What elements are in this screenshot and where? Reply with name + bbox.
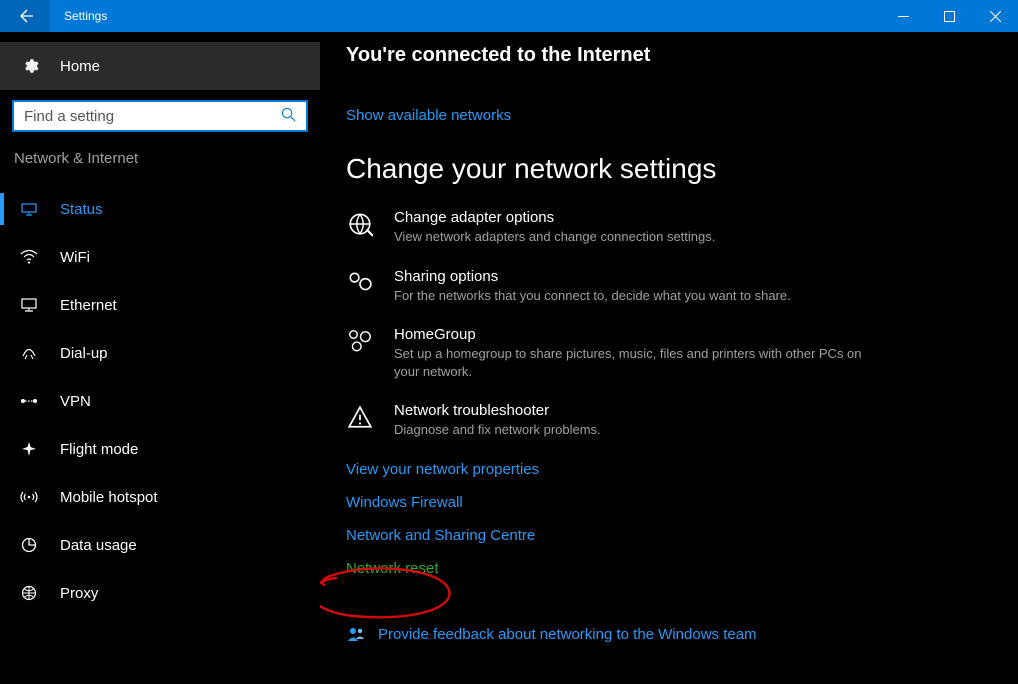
sidebar-item-datausage[interactable]: Data usage: [0, 521, 320, 569]
sidebar-item-status[interactable]: Status: [0, 185, 320, 233]
sidebar-item-label: WiFi: [60, 249, 90, 266]
option-sharing[interactable]: Sharing options For the networks that yo…: [346, 268, 866, 305]
sidebar-item-label: Mobile hotspot: [60, 489, 158, 506]
change-settings-heading: Change your network settings: [346, 153, 998, 185]
homegroup-icon: [346, 328, 374, 356]
sidebar-item-vpn[interactable]: VPN: [0, 377, 320, 425]
sidebar-item-label: Data usage: [60, 537, 137, 554]
gear-icon: [18, 57, 42, 75]
dialup-icon: [18, 346, 40, 360]
adapter-icon: [346, 211, 374, 239]
minimize-icon: [898, 11, 909, 22]
sidebar-item-label: Dial-up: [60, 345, 108, 362]
sidebar-section-label: Network & Internet: [0, 150, 320, 167]
show-networks-link[interactable]: Show available networks: [346, 107, 511, 124]
close-button[interactable]: [972, 0, 1018, 32]
sidebar-item-wifi[interactable]: WiFi: [0, 233, 320, 281]
option-title: Network troubleshooter: [394, 402, 601, 419]
status-icon: [18, 201, 40, 217]
sidebar-item-label: Proxy: [60, 585, 98, 602]
vpn-icon: [18, 395, 40, 407]
feedback-icon: [346, 625, 366, 645]
wifi-icon: [18, 249, 40, 265]
hotspot-icon: [18, 489, 40, 505]
sidebar-item-label: Ethernet: [60, 297, 117, 314]
troubleshoot-icon: [346, 404, 374, 432]
globe-icon: [18, 585, 40, 601]
search-icon: [275, 107, 296, 126]
option-title: Sharing options: [394, 268, 791, 285]
search-input[interactable]: [24, 108, 275, 125]
sidebar-item-label: Status: [60, 201, 103, 218]
window-title: Settings: [50, 9, 880, 23]
home-label: Home: [60, 58, 100, 75]
back-button[interactable]: [0, 0, 50, 32]
window-titlebar: Settings: [0, 0, 1018, 32]
sidebar-item-ethernet[interactable]: Ethernet: [0, 281, 320, 329]
option-title: HomeGroup: [394, 326, 866, 343]
main-content: You're connected to the Internet Show av…: [320, 32, 1018, 684]
feedback-row[interactable]: Provide feedback about networking to the…: [346, 625, 998, 645]
windows-firewall-link[interactable]: Windows Firewall: [346, 494, 998, 511]
option-desc: Set up a homegroup to share pictures, mu…: [394, 345, 866, 380]
home-button[interactable]: Home: [0, 42, 320, 90]
sidebar-item-mobilehotspot[interactable]: Mobile hotspot: [0, 473, 320, 521]
sidebar: Home Network & Internet Status WiFi Ethe…: [0, 32, 320, 684]
option-desc: For the networks that you connect to, de…: [394, 287, 791, 305]
maximize-button[interactable]: [926, 0, 972, 32]
ethernet-icon: [18, 297, 40, 313]
sharing-icon: [346, 270, 374, 298]
network-reset-link[interactable]: Network reset: [346, 560, 998, 577]
option-homegroup[interactable]: HomeGroup Set up a homegroup to share pi…: [346, 326, 866, 380]
sidebar-item-label: Flight mode: [60, 441, 138, 458]
close-icon: [990, 11, 1001, 22]
airplane-icon: [18, 441, 40, 457]
view-properties-link[interactable]: View your network properties: [346, 461, 998, 478]
search-box[interactable]: [12, 100, 308, 132]
sidebar-item-label: VPN: [60, 393, 91, 410]
option-troubleshooter[interactable]: Network troubleshooter Diagnose and fix …: [346, 402, 866, 439]
option-desc: View network adapters and change connect…: [394, 228, 715, 246]
sidebar-item-flightmode[interactable]: Flight mode: [0, 425, 320, 473]
option-title: Change adapter options: [394, 209, 715, 226]
sharing-centre-link[interactable]: Network and Sharing Centre: [346, 527, 998, 544]
option-adapter[interactable]: Change adapter options View network adap…: [346, 209, 866, 246]
maximize-icon: [944, 11, 955, 22]
sidebar-item-dialup[interactable]: Dial-up: [0, 329, 320, 377]
feedback-link[interactable]: Provide feedback about networking to the…: [378, 626, 757, 643]
arrow-left-icon: [17, 8, 33, 24]
data-usage-icon: [18, 537, 40, 553]
minimize-button[interactable]: [880, 0, 926, 32]
option-desc: Diagnose and fix network problems.: [394, 421, 601, 439]
connected-title: You're connected to the Internet: [346, 44, 998, 67]
sidebar-item-proxy[interactable]: Proxy: [0, 569, 320, 617]
